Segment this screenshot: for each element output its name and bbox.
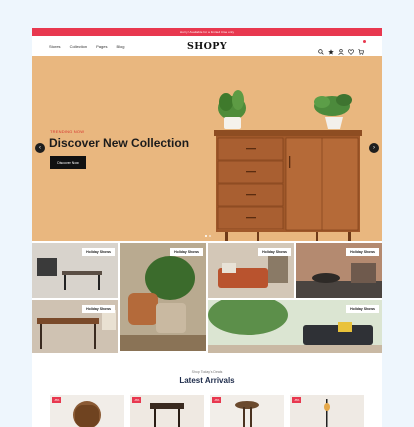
announcement-bar: Hurry! Available for a limited time only [32, 28, 382, 36]
nav-item-stores[interactable]: Stores [49, 44, 61, 49]
search-icon[interactable] [318, 42, 324, 55]
hero-subtitle: TRENDING NOW [50, 129, 85, 134]
collection-label: Holiday Shows [82, 305, 115, 313]
product-card[interactable]: -9% [130, 395, 204, 427]
collection-label: Holiday Shows [346, 248, 379, 256]
collection-tile[interactable]: Holiday Shows [208, 300, 382, 353]
user-icon[interactable] [338, 42, 344, 55]
nav-item-blog[interactable]: Blog [116, 44, 124, 49]
collection-label: Holiday Shows [258, 248, 291, 256]
announcement-text: Hurry! Available for a limited time only [179, 30, 235, 34]
slider-dots [205, 235, 211, 237]
collection-tile[interactable]: Holiday Shows [32, 300, 118, 353]
heart-icon[interactable] [348, 42, 354, 55]
collection-label: Holiday Shows [170, 248, 203, 256]
slider-next-button[interactable]: › [369, 143, 379, 153]
cart-count-badge [363, 40, 366, 43]
sale-badge: -9% [132, 397, 142, 403]
sale-badge: -9% [212, 397, 222, 403]
nav-item-pages[interactable]: Pages [96, 44, 107, 49]
product-card[interactable]: -8% [50, 395, 124, 427]
collection-tile[interactable]: Holiday Shows [32, 243, 118, 298]
collection-label: Holiday Shows [82, 248, 115, 256]
site-header: Stores Collection Pages Blog SHOPY [32, 36, 382, 57]
chevron-right-icon: › [373, 145, 375, 151]
collection-image [120, 243, 206, 351]
hero-slider: TRENDING NOW Discover New Collection Dis… [32, 56, 382, 241]
star-icon[interactable] [328, 42, 334, 55]
hero-title: Discover New Collection [49, 136, 190, 150]
collection-grid: Holiday Shows Holiday Shows Holiday Show… [32, 243, 382, 353]
product-card[interactable]: -9% [210, 395, 284, 427]
collection-label: Holiday Shows [346, 305, 379, 313]
chevron-left-icon: ‹ [39, 145, 41, 151]
page-frame: Hurry! Available for a limited time only… [32, 28, 382, 427]
arrivals-subtitle: Shop Today's Deals [191, 370, 223, 374]
nav-item-collection[interactable]: Collection [70, 44, 88, 49]
collection-tile[interactable]: Holiday Shows [296, 243, 382, 298]
sale-badge: -8% [292, 397, 302, 403]
product-card[interactable]: -8% [290, 395, 364, 427]
header-icons [318, 40, 366, 55]
sale-badge: -8% [52, 397, 62, 403]
collection-tile[interactable]: Holiday Shows [208, 243, 294, 298]
cart-icon[interactable] [358, 40, 366, 55]
arrivals-title: Latest Arrivals [179, 376, 235, 385]
main-nav: Stores Collection Pages Blog [49, 44, 125, 49]
collection-tile[interactable]: Holiday Shows [120, 243, 206, 351]
slider-dot[interactable] [209, 235, 211, 237]
slider-prev-button[interactable]: ‹ [35, 143, 45, 153]
slider-dot[interactable] [205, 235, 207, 237]
discover-now-button[interactable]: Discover Now [50, 156, 86, 169]
